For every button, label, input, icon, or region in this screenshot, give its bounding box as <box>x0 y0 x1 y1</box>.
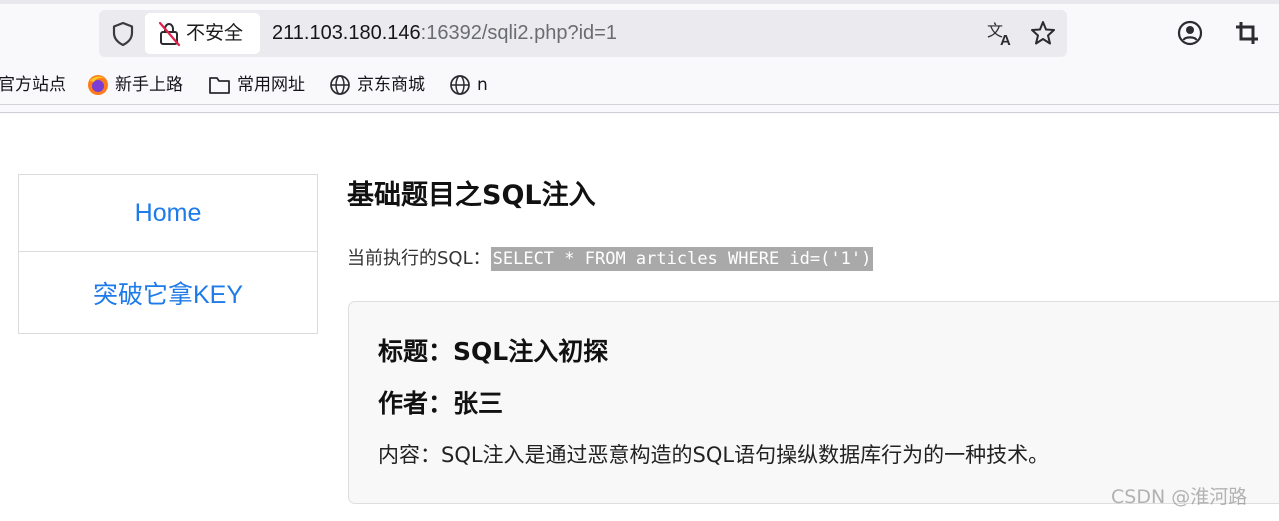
browser-toolbar: 不安全 211.103.180.146:16392/sqli2.php?id=1… <box>0 0 1279 114</box>
bookmark-label: 京东商城 <box>357 75 425 95</box>
sidebar-nav: Home 突破它拿KEY <box>18 174 318 334</box>
url-host: 211.103.180.146 <box>272 22 421 44</box>
url-text[interactable]: 211.103.180.146:16392/sqli2.php?id=1 <box>272 20 617 46</box>
folder-icon <box>209 77 230 94</box>
nav-link-get-key[interactable]: 突破它拿KEY <box>19 252 317 333</box>
bookmark-star-icon[interactable] <box>1029 19 1057 47</box>
page-title: 基础题目之SQL注入 <box>347 180 596 211</box>
security-label[interactable]: 不安全 <box>186 21 243 45</box>
shield-icon[interactable] <box>109 20 137 48</box>
screenshot-crop-icon[interactable] <box>1233 19 1261 47</box>
article-title: 标题：SQL注入初探 <box>378 337 609 366</box>
watermark: CSDN @淮河路 <box>1111 486 1248 508</box>
firefox-icon <box>88 75 108 95</box>
bookmark-label: 新手上路 <box>115 75 183 95</box>
bookmark-item-getting-started[interactable]: 新手上路 <box>87 72 183 98</box>
insecure-lock-icon <box>158 21 181 47</box>
globe-icon <box>330 75 350 95</box>
account-icon[interactable] <box>1176 19 1204 47</box>
bookmark-label: 官方站点 <box>0 75 66 95</box>
url-path: :16392/sqli2.php?id=1 <box>420 22 617 44</box>
bookmark-label: 常用网址 <box>237 75 305 95</box>
article-author: 作者：张三 <box>378 389 504 418</box>
bookmark-folder-common-sites[interactable]: 常用网址 <box>208 72 305 98</box>
svg-text:A: A <box>1000 32 1011 47</box>
globe-icon <box>450 75 470 95</box>
content-divider <box>0 112 1279 113</box>
article-content: 内容：SQL注入是通过恶意构造的SQL语句操纵数据库行为的一种技术。 <box>378 443 1050 467</box>
bookmarks-divider <box>0 104 1279 105</box>
bookmark-label: n <box>477 75 488 95</box>
bookmark-item-official-site[interactable]: 官方站点 <box>0 72 66 98</box>
translate-icon[interactable]: 文 A <box>986 19 1016 47</box>
tab-strip-edge <box>0 0 1279 4</box>
bookmark-item-jd[interactable]: 京东商城 <box>329 72 425 98</box>
sql-label: 当前执行的SQL： <box>347 248 491 269</box>
bookmark-item-n[interactable]: n <box>449 72 488 98</box>
executed-sql-line: 当前执行的SQL： SELECT * FROM articles WHERE i… <box>347 246 874 272</box>
sql-query: SELECT * FROM articles WHERE id=('1') <box>490 247 874 271</box>
nav-link-home[interactable]: Home <box>19 175 317 252</box>
